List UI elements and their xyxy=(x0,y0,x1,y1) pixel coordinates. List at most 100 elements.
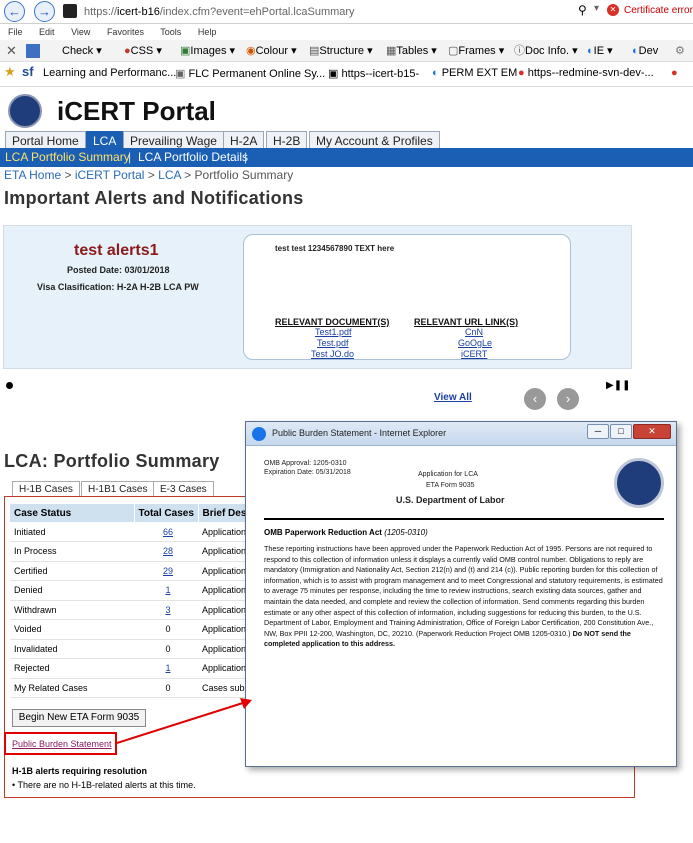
menu-edit[interactable]: Edit xyxy=(39,27,55,37)
cert-error-text[interactable]: Certificate error xyxy=(624,5,693,16)
url-link[interactable]: CnN xyxy=(465,327,483,337)
toolbar-dev[interactable]: ◐Dev xyxy=(632,43,658,59)
breadcrumb-current: Portfolio Summary xyxy=(194,168,294,182)
department-name: U.S. Department of Labor xyxy=(396,495,505,505)
alerts-heading: Important Alerts and Notifications xyxy=(4,188,304,208)
carousel-dot-icon[interactable] xyxy=(6,382,13,389)
toolbar-tables[interactable]: ▦Tables ▾ xyxy=(386,43,437,59)
alert-text: test test 1234567890 TEXT here xyxy=(275,244,395,253)
wrench-icon[interactable]: ⚙ xyxy=(675,43,685,59)
back-icon[interactable]: ← xyxy=(4,1,25,22)
subnav-lca-details[interactable]: LCA Portfolio Details xyxy=(138,150,248,164)
col-case-status: Case Status xyxy=(10,504,135,522)
toolbar-doc-info[interactable]: ⓘDoc Info. ▾ xyxy=(514,43,578,59)
menu-file[interactable]: File xyxy=(8,27,23,37)
toolbar-frames[interactable]: ▢Frames ▾ xyxy=(448,43,504,59)
favorite-item-1[interactable]: Learning and Performanc... xyxy=(43,67,176,79)
dol-seal xyxy=(614,458,664,508)
close-icon[interactable]: ✕ xyxy=(633,424,671,439)
search-icon[interactable]: ⚲ xyxy=(578,3,587,17)
breadcrumb-icert-portal[interactable]: iCERT Portal xyxy=(75,168,145,182)
subnav-lca-summary[interactable]: LCA Portfolio Summary xyxy=(5,150,130,164)
menu-view[interactable]: View xyxy=(71,27,90,37)
minimize-icon[interactable]: ─ xyxy=(587,424,609,439)
carousel-prev-icon[interactable]: ‹ xyxy=(524,388,546,410)
breadcrumb-eta-home[interactable]: ETA Home xyxy=(4,168,61,182)
subnav-separator: | xyxy=(128,150,132,164)
case-count: 0 xyxy=(134,619,198,640)
tab-prevailing-wage[interactable]: Prevailing Wage xyxy=(123,131,224,148)
view-all-link[interactable]: View All xyxy=(434,392,472,403)
sf-icon: sf xyxy=(22,64,34,79)
public-burden-link[interactable]: Public Burden Statement xyxy=(12,739,112,749)
tab-h2a[interactable]: H-2A xyxy=(223,131,265,148)
omb-approval: OMB Approval: 1205-0310 xyxy=(264,460,347,467)
favorites-star-icon[interactable]: ★ xyxy=(4,64,16,80)
expiration-date: Expiration Date: 05/31/2018 xyxy=(264,469,351,476)
chrome-icon[interactable]: ● xyxy=(671,67,678,79)
begin-eta-form-button[interactable]: Begin New ETA Form 9035 xyxy=(12,709,146,727)
tab-e3-cases[interactable]: E-3 Cases xyxy=(153,481,214,497)
tab-portal-home[interactable]: Portal Home xyxy=(5,131,86,148)
menu-help[interactable]: Help xyxy=(198,27,217,37)
tab-h2b[interactable]: H-2B xyxy=(266,131,308,148)
resolution-heading: H-1B alerts requiring resolution xyxy=(12,766,148,776)
toolbar-structure[interactable]: ▤Structure ▾ xyxy=(309,43,373,59)
toolbar-check[interactable]: Check ▾ xyxy=(62,43,102,59)
toolbar-colour[interactable]: ◉Colour ▾ xyxy=(246,43,297,59)
dropdown-icon[interactable]: ▾ xyxy=(594,3,599,14)
favorite-item-4[interactable]: ◐ PERM EXT EM xyxy=(432,67,517,79)
app-title: Application for LCA xyxy=(418,471,478,478)
menu-favorites[interactable]: Favorites xyxy=(107,27,144,37)
document-link[interactable]: Test1.pdf xyxy=(315,327,352,337)
case-count-link[interactable]: 29 xyxy=(134,561,198,581)
case-count-link[interactable]: 1 xyxy=(134,658,198,679)
public-burden-popup: Public Burden Statement - Internet Explo… xyxy=(245,421,677,767)
subnav-bar: LCA Portfolio Summary | LCA Portfolio De… xyxy=(0,148,693,167)
case-count-link[interactable]: 3 xyxy=(134,600,198,620)
favorite-item-2[interactable]: ▣ FLC Permanent Online Sy... xyxy=(175,67,325,80)
tab-my-account[interactable]: My Account & Profiles xyxy=(309,131,440,148)
tab-h1b-cases[interactable]: H-1B Cases xyxy=(12,481,80,497)
documents-heading: RELEVANT DOCUMENT(S) xyxy=(275,317,390,327)
url-field[interactable]: https://icert-b16/index.cfm?event=ehPort… xyxy=(84,3,414,21)
document-link[interactable]: Test JO.do xyxy=(311,349,354,359)
ie-icon xyxy=(252,427,266,441)
act-heading: OMB Paperwork Reduction Act (1205-0310) xyxy=(264,528,428,537)
divider xyxy=(264,518,664,520)
grid-icon[interactable] xyxy=(26,44,40,58)
close-icon[interactable]: ✕ xyxy=(6,43,17,59)
alert-posted-date: Posted Date: 03/01/2018 xyxy=(67,265,170,275)
forward-icon[interactable]: → xyxy=(34,1,55,22)
dol-logo xyxy=(8,94,42,128)
cert-error-icon[interactable]: ✕ xyxy=(607,4,619,16)
toolbar-images[interactable]: ▣Images ▾ xyxy=(180,43,235,59)
tab-h1b1-cases[interactable]: H-1B1 Cases xyxy=(81,481,155,497)
case-count: 0 xyxy=(134,639,198,659)
address-bar-area: ← → https://icert-b16/index.cfm?event=eh… xyxy=(0,0,693,24)
case-count-link[interactable]: 28 xyxy=(134,541,198,562)
lca-summary-heading: LCA: Portfolio Summary xyxy=(4,451,220,471)
menu-tools[interactable]: Tools xyxy=(160,27,181,37)
favorite-item-5[interactable]: ● https--redmine-svn-dev-... xyxy=(518,67,654,79)
popup-title: Public Burden Statement - Internet Explo… xyxy=(272,428,447,438)
carousel-next-icon[interactable]: › xyxy=(557,388,579,410)
popup-body: OMB Approval: 1205-0310 Expiration Date:… xyxy=(252,448,670,764)
case-count-link[interactable]: 66 xyxy=(134,522,198,542)
url-link[interactable]: iCERT xyxy=(461,349,487,359)
subnav-separator: | xyxy=(244,150,248,164)
breadcrumb-lca[interactable]: LCA xyxy=(158,168,181,182)
favorite-item-3[interactable]: ▣ https--icert-b15- xyxy=(328,67,419,80)
tab-lca[interactable]: LCA xyxy=(86,131,124,148)
case-count-link[interactable]: 1 xyxy=(134,580,198,601)
url-link[interactable]: GoOgLe xyxy=(458,338,492,348)
document-link[interactable]: Test.pdf xyxy=(317,338,349,348)
popup-title-bar[interactable]: Public Burden Statement - Internet Explo… xyxy=(246,422,676,446)
play-pause-icon[interactable]: ▶❚❚ xyxy=(606,380,630,391)
toolbar-ie[interactable]: ◐IE ▾ xyxy=(587,43,613,59)
resolution-item: • There are no H-1B-related alerts at th… xyxy=(12,780,196,790)
toolbar-css[interactable]: ●CSS ▾ xyxy=(124,43,162,59)
maximize-icon[interactable]: □ xyxy=(610,424,632,439)
act-text: These reporting instructions have been a… xyxy=(264,544,663,649)
favorites-bar: ★ sf Learning and Performanc... ▣ FLC Pe… xyxy=(0,63,693,87)
